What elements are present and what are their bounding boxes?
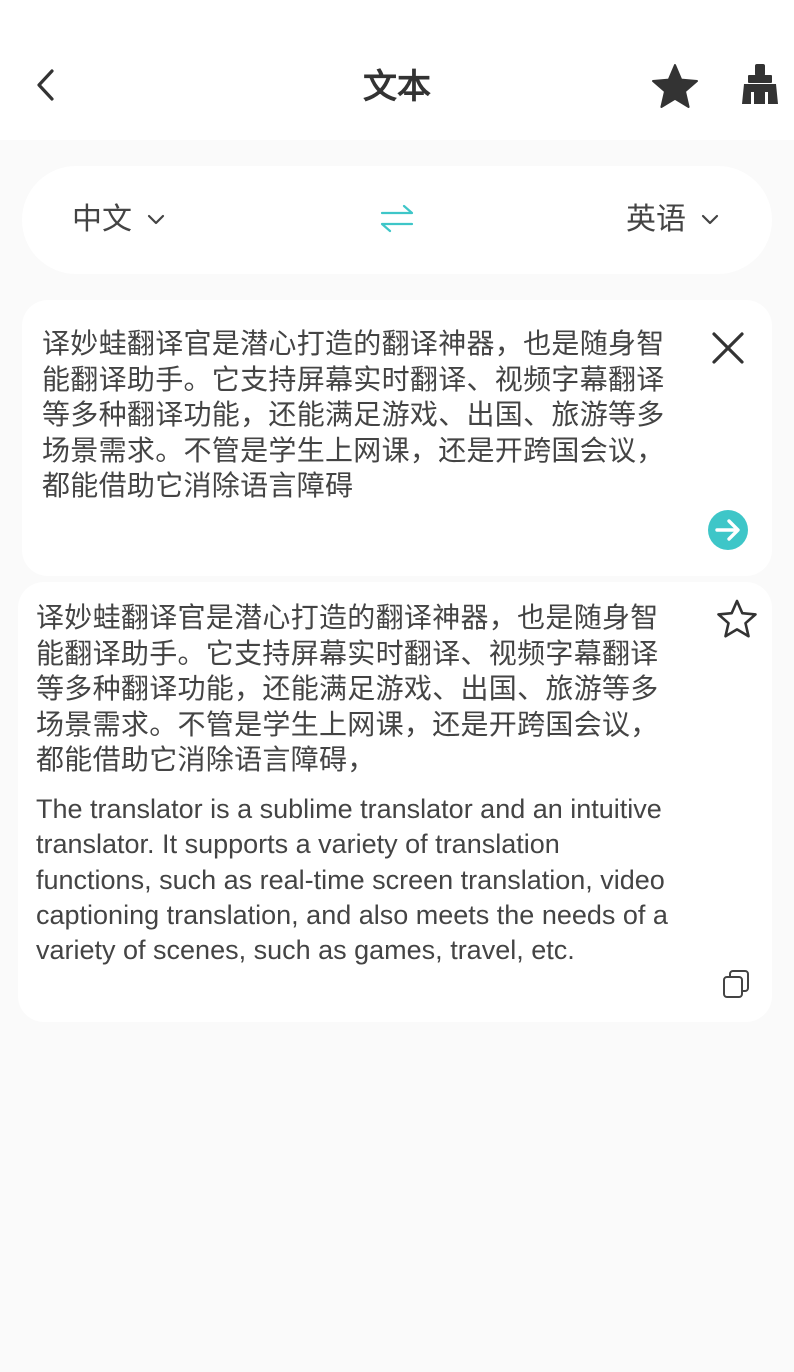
- source-language-label: 中文: [72, 202, 132, 237]
- copy-icon: [720, 968, 752, 1000]
- chevron-down-icon: [700, 214, 720, 226]
- translated-text: The translator is a sublime translator a…: [36, 794, 668, 966]
- translate-button[interactable]: [707, 509, 749, 551]
- star-filled-icon: [650, 62, 700, 112]
- clear-all-button[interactable]: [739, 62, 783, 108]
- swap-languages-button[interactable]: [379, 202, 415, 236]
- chevron-down-icon: [146, 214, 166, 226]
- favorite-button[interactable]: [716, 598, 758, 640]
- input-card: 译妙蛙翻译官是潜心打造的翻译神器，也是随身智能翻译助手。它支持屏幕实时翻译、视频…: [22, 300, 772, 576]
- result-card: 译妙蛙翻译官是潜心打造的翻译神器，也是随身智能翻译助手。它支持屏幕实时翻译、视频…: [18, 582, 772, 1022]
- close-icon: [710, 330, 746, 366]
- header: 文本: [0, 0, 794, 140]
- target-language-dropdown[interactable]: 英语: [626, 196, 720, 244]
- star-outline-icon: [716, 598, 758, 640]
- language-selector-bar: 中文 英语: [22, 166, 772, 274]
- clear-input-button[interactable]: [710, 330, 746, 366]
- arrow-right-circle-icon: [707, 509, 749, 551]
- source-text-input[interactable]: 译妙蛙翻译官是潜心打造的翻译神器，也是随身智能翻译助手。它支持屏幕实时翻译、视频…: [42, 326, 682, 504]
- favorites-button[interactable]: [650, 62, 700, 112]
- result-source-text: 译妙蛙翻译官是潜心打造的翻译神器，也是随身智能翻译助手。它支持屏幕实时翻译、视频…: [36, 601, 659, 776]
- target-language-label: 英语: [626, 202, 686, 237]
- copy-button[interactable]: [720, 968, 752, 1000]
- swap-arrows-icon: [379, 202, 415, 236]
- broom-icon: [739, 62, 783, 108]
- source-language-dropdown[interactable]: 中文: [72, 196, 166, 244]
